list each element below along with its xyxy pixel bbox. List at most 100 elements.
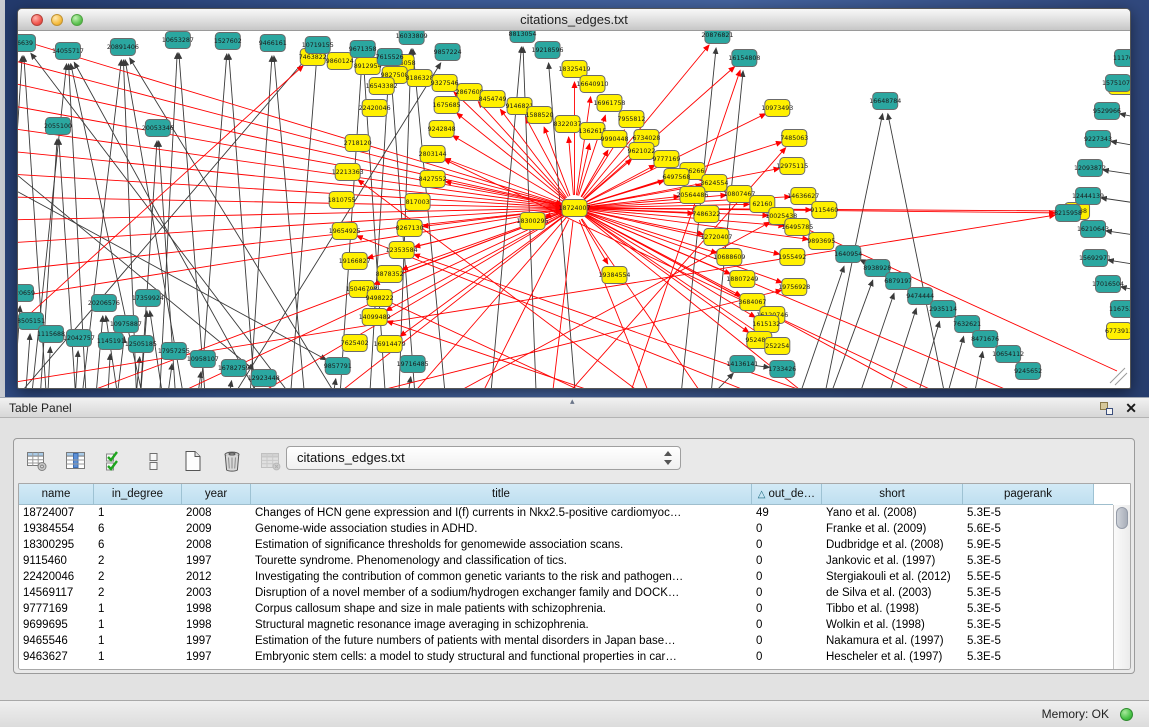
network-node[interactable]: 9474444	[906, 288, 934, 305]
new-document-button[interactable]	[180, 448, 206, 474]
network-node[interactable]: 17016504	[1092, 276, 1124, 293]
select-rows-button[interactable]	[102, 448, 128, 474]
network-edge[interactable]	[1101, 198, 1130, 209]
network-edge[interactable]	[106, 354, 110, 388]
network-node[interactable]: 6879197	[884, 273, 912, 290]
network-edge[interactable]	[458, 220, 569, 388]
splitpane-grabber-icon[interactable]: ▴	[570, 396, 575, 407]
column-header-in_degree[interactable]: in_degree	[94, 484, 182, 504]
network-node[interactable]: 14136141	[726, 356, 758, 373]
network-edge[interactable]	[453, 136, 564, 202]
table-row[interactable]: 1872400712008Changes of HCN gene express…	[19, 505, 1113, 521]
network-edge[interactable]	[1121, 287, 1130, 299]
network-node[interactable]: 9227343	[1084, 131, 1112, 148]
network-edge[interactable]	[1120, 114, 1130, 126]
network-node[interactable]: 9621022	[627, 143, 655, 160]
network-node[interactable]: 18300295	[517, 213, 549, 230]
network-edge[interactable]	[46, 347, 50, 388]
network-node[interactable]: 10719155	[302, 37, 334, 54]
column-header-out_de[interactable]: △out_de…	[752, 484, 822, 504]
network-node[interactable]: 16543382	[366, 78, 398, 95]
delete-trash-button[interactable]	[219, 448, 245, 474]
network-node[interactable]: 12213363	[332, 164, 364, 181]
network-node[interactable]: 1527602	[214, 33, 242, 50]
network-edge[interactable]	[18, 46, 562, 205]
table-row[interactable]: 946362711997Embryonic stem cells: a mode…	[19, 649, 1113, 665]
network-edge[interactable]	[888, 114, 952, 388]
network-edge[interactable]	[569, 137, 574, 195]
table-scrollbar[interactable]	[1113, 505, 1130, 669]
table-chooser-dropdown[interactable]: citations_edges.txt	[286, 446, 681, 470]
network-canvas[interactable]: 1872400718300295193845549860124891295422…	[18, 31, 1130, 388]
network-edge[interactable]	[223, 381, 232, 388]
network-node[interactable]: 8186328	[406, 70, 434, 87]
network-node[interactable]: 7615526	[376, 49, 404, 66]
show-column-button[interactable]	[63, 448, 89, 474]
network-node[interactable]: 12923448	[248, 370, 280, 387]
float-panel-icon[interactable]	[1100, 402, 1113, 415]
network-node[interactable]: 22420046	[359, 100, 391, 117]
network-edge[interactable]	[544, 127, 570, 196]
network-node[interactable]: 16648784	[869, 93, 901, 110]
network-edge[interactable]	[1108, 260, 1130, 271]
window-resize-grip[interactable]	[1110, 368, 1125, 383]
network-node[interactable]: 1167533	[1109, 301, 1130, 318]
network-node[interactable]: 1588520	[526, 107, 554, 124]
network-node[interactable]: 9857224	[434, 44, 462, 61]
network-node[interactable]: 1615132	[752, 316, 780, 333]
network-node[interactable]: 7486322	[692, 206, 720, 223]
network-node[interactable]: 12720407	[700, 229, 732, 246]
network-node[interactable]: 19716485	[397, 356, 429, 373]
network-node[interactable]: 9498222	[366, 290, 394, 307]
network-node[interactable]: 19654925	[329, 223, 361, 240]
network-edge[interactable]	[403, 377, 411, 388]
network-node[interactable]: 10654112	[992, 346, 1024, 363]
network-node[interactable]: 1117042	[1113, 50, 1130, 67]
network-edge[interactable]	[163, 364, 172, 388]
network-node[interactable]: 7485063	[780, 130, 808, 147]
network-node[interactable]: 10653287	[162, 32, 194, 49]
network-edge[interactable]	[93, 316, 103, 388]
table-row[interactable]: 946554611997Estimation of the future num…	[19, 633, 1113, 649]
network-node[interactable]: 10973493	[761, 100, 793, 117]
network-node[interactable]: 6773913	[1105, 323, 1130, 340]
network-node[interactable]: 16782759	[218, 360, 250, 377]
network-node[interactable]: 16210643	[1077, 221, 1109, 238]
network-node[interactable]: 9777169	[652, 151, 680, 168]
table-settings-button[interactable]	[24, 448, 50, 474]
network-node[interactable]: 18724007	[559, 200, 591, 217]
network-edge[interactable]	[18, 210, 562, 306]
network-edge[interactable]	[18, 66, 303, 361]
network-node[interactable]: 16961758	[593, 95, 625, 112]
network-node[interactable]: 15692971	[1079, 250, 1111, 267]
network-edge[interactable]	[967, 352, 982, 388]
network-node[interactable]: 1733426	[768, 361, 796, 378]
network-node[interactable]: 18325419	[559, 61, 591, 78]
table-row[interactable]: 977716911998Corpus callosum shape and si…	[19, 601, 1113, 617]
network-node[interactable]: 14099489	[359, 309, 391, 326]
network-node[interactable]: 19166827	[339, 253, 371, 270]
column-header-pagerank[interactable]: pagerank	[963, 484, 1094, 504]
table-row[interactable]: 1830029562008Estimation of significance …	[19, 537, 1113, 553]
network-node[interactable]: 20206576	[88, 295, 120, 312]
network-node[interactable]: 2820659	[18, 285, 35, 302]
network-node[interactable]: 17957255	[158, 343, 190, 360]
network-node[interactable]: 252254	[765, 338, 790, 355]
network-edge[interactable]	[579, 220, 667, 388]
network-node[interactable]: 8813054	[509, 31, 537, 43]
network-edge[interactable]	[445, 182, 561, 206]
network-edge[interactable]	[248, 56, 272, 388]
network-edge[interactable]	[198, 54, 227, 388]
network-node[interactable]: 9857791	[324, 358, 352, 375]
network-node[interactable]: 17359924	[132, 290, 164, 307]
column-header-short[interactable]: short	[822, 484, 963, 504]
table-row[interactable]: 911546021997Tourette syndrome. Phenomeno…	[19, 553, 1113, 569]
network-node[interactable]: 9529966	[1093, 103, 1121, 120]
network-node[interactable]: 20876821	[701, 31, 733, 44]
network-node[interactable]: 10958107	[187, 351, 219, 368]
network-node[interactable]: 9466161	[259, 35, 287, 52]
network-node[interactable]: 2803144	[419, 146, 447, 163]
network-node[interactable]: 16495785	[781, 219, 813, 236]
network-node[interactable]: 12353584	[386, 242, 418, 259]
table-row[interactable]: 2242004622012Investigating the contribut…	[19, 569, 1113, 585]
